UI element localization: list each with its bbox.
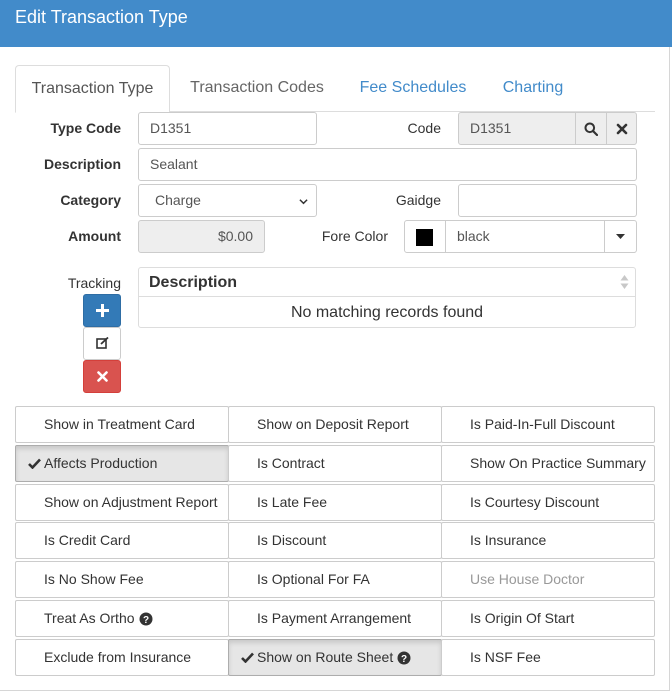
type-code-label: Type Code <box>50 120 121 136</box>
toggle-is-contract[interactable]: Is Contract <box>228 445 442 482</box>
fore-color-input[interactable]: black <box>445 220 605 253</box>
toggle-label: Show in Treatment Card <box>44 416 195 432</box>
chevron-down-icon <box>299 199 308 205</box>
amount-label: Amount <box>68 228 121 244</box>
help-icon[interactable]: ? <box>397 651 411 665</box>
description-input[interactable]: Sealant <box>138 148 637 181</box>
add-tracking-button[interactable] <box>83 294 121 327</box>
tab-label: Transaction Codes <box>190 79 324 96</box>
toggle-label: Is Paid-In-Full Discount <box>470 416 615 432</box>
toggle-is-credit-card[interactable]: Is Credit Card <box>15 522 229 559</box>
tab-charting[interactable]: Charting <box>489 65 577 112</box>
toggle-is-no-show-fee[interactable]: Is No Show Fee <box>15 561 229 598</box>
toggle-is-payment-arrangement[interactable]: Is Payment Arrangement <box>228 600 442 637</box>
close-icon <box>616 123 627 134</box>
toggle-exclude-from-insurance[interactable]: Exclude from Insurance <box>15 639 229 676</box>
help-icon[interactable]: ? <box>139 612 153 626</box>
toggle-label: Is Late Fee <box>257 494 328 510</box>
toggle-label: Exclude from Insurance <box>44 649 192 665</box>
tracking-table: Description No matching records found <box>138 267 636 328</box>
amount-input: $0.00 <box>138 220 265 253</box>
tab-transaction-type[interactable]: Transaction Type <box>15 65 170 113</box>
category-select[interactable]: Charge <box>138 184 317 217</box>
svg-text:?: ? <box>401 654 407 665</box>
toggle-label: Is Optional For FA <box>257 571 370 587</box>
table-empty-message: No matching records found <box>290 304 484 321</box>
toggle-is-origin-of-start[interactable]: Is Origin Of Start <box>441 600 655 637</box>
plus-icon <box>95 304 109 317</box>
toggle-label: Show on Adjustment Report <box>44 494 218 510</box>
tab-bar: Transaction Type Transaction Codes Fee S… <box>15 65 655 113</box>
edit-tracking-button[interactable] <box>83 327 121 360</box>
toggle-label: Is Discount <box>257 532 327 548</box>
toggle-label: Show on Deposit Report <box>257 416 409 432</box>
description-label: Description <box>43 156 121 172</box>
type-code-input[interactable]: D1351 <box>138 112 317 145</box>
toggle-label: Is Insurance <box>470 532 547 548</box>
code-search-button[interactable] <box>575 112 607 145</box>
toggle-show-on-deposit-report[interactable]: Show on Deposit Report <box>228 406 442 443</box>
column-header-label: Description <box>149 274 238 291</box>
search-icon <box>584 122 598 136</box>
code-clear-button[interactable] <box>606 112 637 145</box>
toggle-label: Affects Production <box>44 455 158 471</box>
tab-transaction-codes[interactable]: Transaction Codes <box>178 65 336 112</box>
toggle-is-paid-in-full-discount[interactable]: Is Paid-In-Full Discount <box>441 406 655 443</box>
svg-text:?: ? <box>142 615 148 626</box>
toggle-label: Is Contract <box>257 455 325 471</box>
table-column-description[interactable]: Description <box>139 268 635 297</box>
category-label: Category <box>60 192 121 208</box>
toggle-show-on-practice-summary[interactable]: Show On Practice Summary <box>441 445 655 482</box>
toggle-is-discount[interactable]: Is Discount <box>228 522 442 559</box>
delete-tracking-button[interactable] <box>83 360 121 393</box>
gaidge-input[interactable] <box>458 184 637 217</box>
toggle-is-optional-for-fa[interactable]: Is Optional For FA <box>228 561 442 598</box>
color-swatch <box>416 229 433 246</box>
toggle-label: Show On Practice Summary <box>470 455 646 471</box>
code-label: Code <box>407 120 441 136</box>
caret-down-icon <box>616 233 625 239</box>
toggle-is-late-fee[interactable]: Is Late Fee <box>228 484 442 521</box>
tab-label: Charting <box>502 79 564 96</box>
edit-icon <box>95 337 109 349</box>
category-value: Charge <box>155 192 201 208</box>
toggle-label: Is Origin Of Start <box>470 610 575 626</box>
tab-label: Transaction Type <box>31 80 154 97</box>
toggle-label: Is Payment Arrangement <box>257 610 412 626</box>
toggle-affects-production[interactable]: Affects Production <box>15 445 229 482</box>
toggle-label: Treat As Ortho <box>44 610 135 626</box>
toggle-show-on-adjustment-report[interactable]: Show on Adjustment Report <box>15 484 229 521</box>
sort-icon <box>620 275 629 289</box>
close-icon <box>96 371 108 382</box>
toggle-use-house-doctor: Use House Doctor <box>441 561 655 598</box>
gaidge-label: Gaidge <box>395 192 441 208</box>
toggle-is-courtesy-discount[interactable]: Is Courtesy Discount <box>441 484 655 521</box>
toggle-label: Is Credit Card <box>44 532 131 548</box>
check-icon <box>241 652 254 663</box>
dialog-title: Edit Transaction Type <box>15 7 188 27</box>
tab-fee-schedules[interactable]: Fee Schedules <box>348 65 478 112</box>
toggle-label: Show on Route Sheet <box>257 649 394 665</box>
tab-label: Fee Schedules <box>359 79 467 96</box>
toggle-show-in-treatment-card[interactable]: Show in Treatment Card <box>15 406 229 443</box>
toggle-is-nsf-fee[interactable]: Is NSF Fee <box>441 639 655 676</box>
check-icon <box>28 458 41 469</box>
toggle-label: Use House Doctor <box>470 571 585 587</box>
code-input: D1351 <box>458 112 576 145</box>
fore-color-dropdown-button[interactable] <box>604 220 637 253</box>
toggle-treat-as-ortho[interactable]: Treat As Ortho? <box>15 600 229 637</box>
toggle-show-on-route-sheet[interactable]: Show on Route Sheet? <box>228 639 442 676</box>
fore-color-label: Fore Color <box>321 228 388 244</box>
fore-color-swatch-box[interactable] <box>404 220 446 253</box>
toggle-label: Is Courtesy Discount <box>470 494 600 510</box>
toggle-label: Is NSF Fee <box>470 649 541 665</box>
dialog-header: Edit Transaction Type <box>0 0 672 47</box>
tracking-label: Tracking <box>67 275 121 291</box>
toggle-label: Is No Show Fee <box>44 571 144 587</box>
toggle-is-insurance[interactable]: Is Insurance <box>441 522 655 559</box>
